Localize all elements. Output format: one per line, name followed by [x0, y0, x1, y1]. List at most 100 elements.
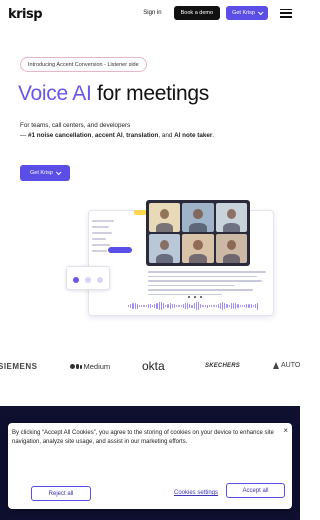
waveform-bar	[169, 303, 171, 309]
waveform-bar	[213, 304, 215, 308]
headline-accent: Voice AI	[18, 82, 92, 105]
customer-logos: SIEMENS Medium okta SKECHERS AUTO	[0, 358, 300, 378]
waveform-bar	[178, 305, 180, 307]
waveform-bar	[189, 304, 191, 308]
waveform-bar	[132, 302, 134, 310]
waveform-bar	[158, 302, 160, 310]
feature-noise-cancellation: #1 noise cancellation	[28, 132, 92, 139]
accept-all-button[interactable]: Accept all	[226, 483, 285, 498]
waveform-bar	[206, 304, 208, 308]
video-tile	[182, 234, 214, 263]
waveform-bar	[239, 305, 241, 307]
waveform-bar	[241, 305, 243, 307]
waveform-bar	[163, 303, 165, 309]
get-krisp-hero-button[interactable]: Get Krisp	[20, 165, 70, 181]
okta-logo: okta	[142, 359, 165, 373]
skechers-logo: SKECHERS	[205, 363, 240, 369]
hero-headline: Voice AI for meetings	[18, 82, 209, 106]
waveform-bar	[136, 303, 138, 309]
mockup-noise-popup	[66, 266, 110, 290]
waveform-bar	[152, 304, 154, 308]
waveform-bar	[138, 304, 141, 308]
popup-dot	[97, 277, 103, 283]
close-icon[interactable]: ×	[283, 427, 288, 435]
waveform-bar	[243, 304, 246, 308]
get-krisp-header-button[interactable]: Get Krisp	[226, 6, 268, 20]
waveform-bar	[167, 304, 169, 308]
waveform-bar	[208, 305, 211, 307]
reject-all-button[interactable]: Reject all	[31, 486, 91, 501]
waveform-bar	[187, 303, 189, 309]
waveform-bar	[128, 305, 130, 307]
waveform-bar	[149, 304, 152, 308]
medium-mark-icon	[70, 364, 82, 369]
video-tile	[149, 203, 181, 232]
siemens-logo: SIEMENS	[0, 362, 38, 371]
waveform-bar	[254, 303, 257, 309]
feature-accent-ai: accent AI	[94, 132, 123, 139]
subtext-end: .	[212, 132, 215, 139]
get-krisp-header-label: Get Krisp	[232, 10, 255, 16]
medium-logo: Medium	[83, 362, 111, 371]
subtext-dash: —	[20, 132, 29, 139]
chevron-down-icon	[55, 169, 62, 176]
mockup-action-button	[108, 247, 132, 253]
waveform-bar	[228, 304, 230, 308]
product-mockup	[66, 200, 276, 318]
waveform-bar	[235, 303, 237, 309]
waveform-bar	[219, 302, 222, 310]
waveform-bar	[173, 304, 176, 308]
subtext-line1: For teams, call centers, and developers	[20, 122, 131, 129]
waveform-bar	[171, 303, 173, 309]
waveform-bar	[195, 302, 197, 310]
waveform-bar	[134, 302, 136, 310]
waveform-bar	[191, 304, 193, 308]
video-tile	[215, 203, 247, 232]
video-tile	[182, 203, 214, 232]
waveform-bar	[204, 304, 206, 308]
waveform-bar	[145, 304, 147, 308]
waveform-bar	[215, 305, 217, 307]
waveform-bar	[193, 302, 195, 310]
hamburger-menu-icon[interactable]	[280, 8, 292, 18]
waveform-bar	[233, 302, 235, 310]
waveform-bar	[250, 303, 252, 309]
waveform-bar	[224, 302, 226, 310]
popup-dot	[73, 277, 79, 283]
waveform-bar	[130, 303, 132, 309]
waveform-bar	[154, 304, 156, 308]
waveform-bar	[202, 304, 204, 308]
announcement-pill[interactable]: Introducing Accent Conversion - Listener…	[20, 57, 147, 72]
feature-translation: translation	[126, 132, 159, 139]
cookie-message: By clicking “Accept All Cookies”, you ag…	[12, 430, 274, 445]
waveform-bar	[143, 305, 145, 307]
sign-in-link[interactable]: Sign in	[143, 10, 161, 16]
waveform-bar	[222, 302, 224, 310]
feature-ai-note-taker: AI note taker	[174, 132, 213, 139]
waveform-bar	[237, 304, 239, 308]
waveform-bar	[147, 304, 149, 308]
waveform-bar	[211, 304, 213, 308]
get-krisp-hero-label: Get Krisp	[30, 170, 53, 176]
waveform-bar	[141, 305, 143, 307]
book-demo-button[interactable]: Book a demo	[173, 6, 221, 20]
header-nav: Sign in Book a demo Get Krisp	[143, 6, 292, 20]
waveform-bar	[217, 304, 219, 308]
hero-subtext: For teams, call centers, and developers …	[20, 121, 280, 141]
waveform-bar	[176, 305, 178, 307]
waveform-bar	[184, 303, 187, 309]
site-header: krisp Sign in Book a demo Get Krisp	[0, 0, 300, 28]
video-tile	[215, 234, 247, 263]
video-call-grid	[146, 200, 250, 266]
video-tile	[149, 234, 181, 263]
cookies-settings-link[interactable]: Cookies settings	[174, 490, 218, 496]
waveform-bar	[165, 305, 167, 307]
waveform-bar	[200, 303, 202, 309]
waveform-bar	[226, 304, 228, 308]
auto-mark-icon	[273, 362, 279, 369]
headline-rest: for meetings	[91, 82, 209, 105]
chevron-down-icon	[257, 9, 264, 16]
krisp-logo[interactable]: krisp	[8, 7, 43, 22]
waveform-bar	[246, 304, 248, 308]
medium-logo-group: Medium	[70, 362, 110, 371]
